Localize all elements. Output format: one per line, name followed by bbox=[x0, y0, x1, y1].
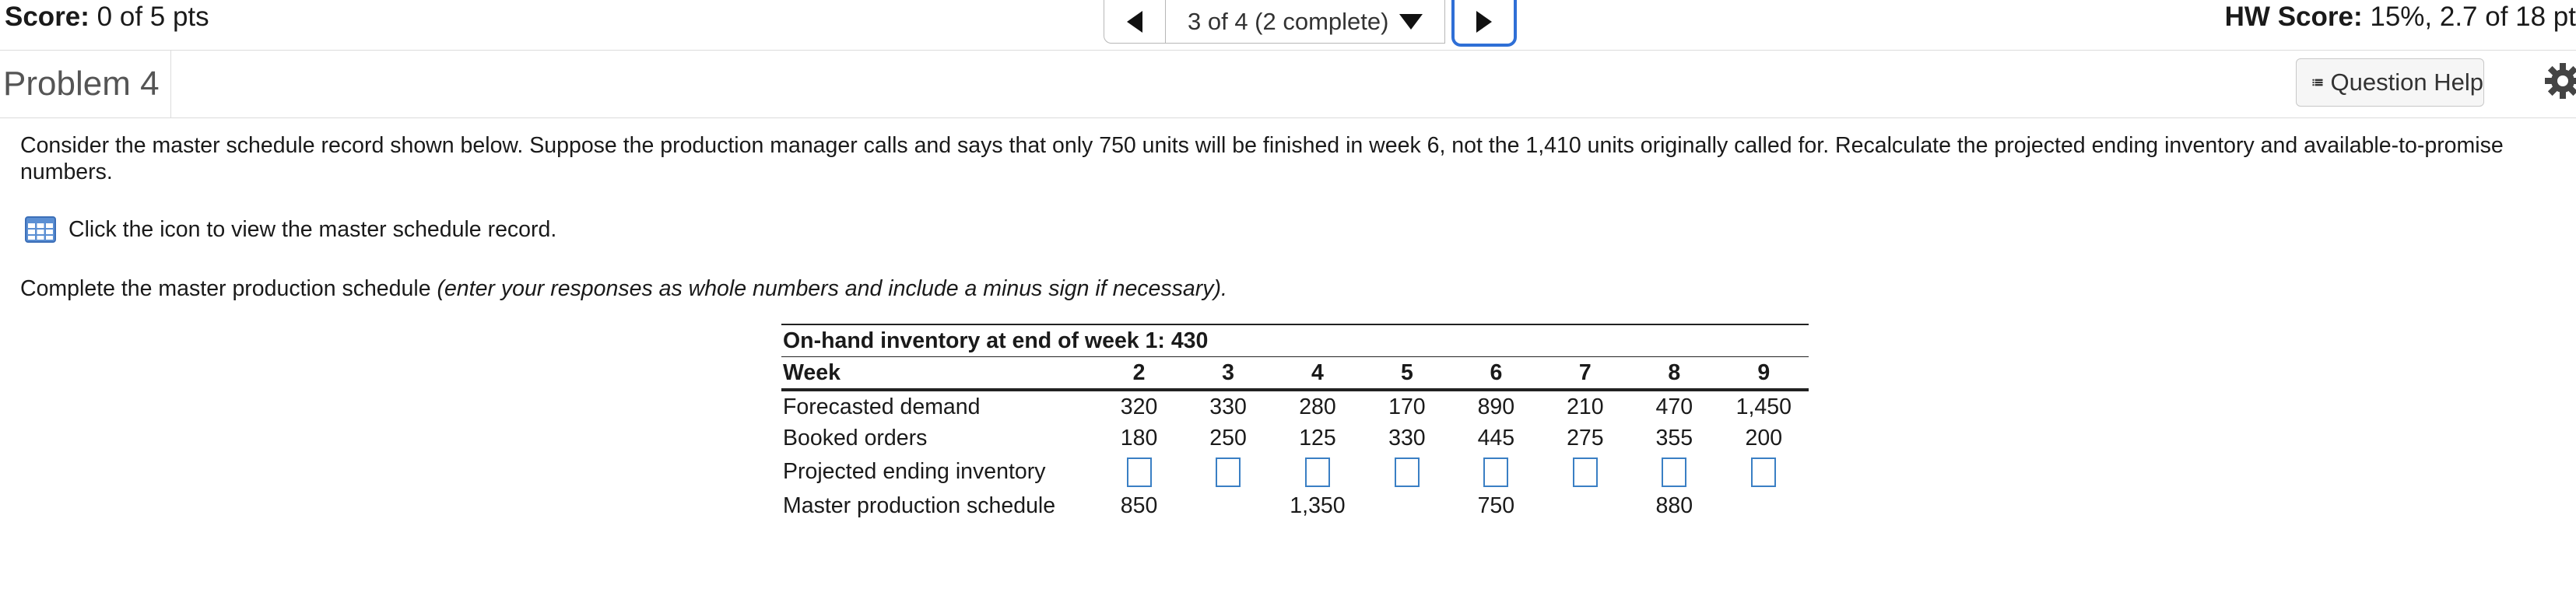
forecast-cell: 330 bbox=[1209, 394, 1247, 419]
mps-cell bbox=[1363, 489, 1451, 522]
booked-row: Booked orders 180 250 125 330 445 275 35… bbox=[781, 422, 1809, 454]
week-cell: 5 bbox=[1362, 356, 1452, 391]
forecast-cell: 470 bbox=[1655, 394, 1693, 419]
pei-cell bbox=[1363, 454, 1451, 489]
booked-cell: 180 bbox=[1120, 426, 1158, 450]
mps-label: Master production schedule bbox=[783, 493, 1056, 518]
forecast-cell: 170 bbox=[1388, 394, 1426, 419]
score-value: 0 of 5 pts bbox=[97, 2, 209, 32]
score-label: Score: bbox=[5, 2, 89, 32]
week-cell: 8 bbox=[1630, 356, 1719, 391]
projected-inventory-input[interactable] bbox=[1126, 457, 1152, 487]
week-cell: 2 bbox=[1094, 356, 1184, 391]
projected-inventory-input[interactable] bbox=[1394, 457, 1420, 487]
booked-cell: 355 bbox=[1655, 426, 1693, 450]
question-help-button[interactable]: Question Help bbox=[2296, 58, 2484, 107]
forecast-cell: 210 bbox=[1567, 394, 1604, 419]
question-content: Consider the master schedule record show… bbox=[20, 132, 2557, 301]
week-cell: 7 bbox=[1540, 356, 1630, 391]
on-hand-row: On-hand inventory at end of week 1: 430 bbox=[781, 324, 1809, 357]
projected-inventory-input[interactable] bbox=[1662, 457, 1687, 487]
projected-inventory-label: Projected ending inventory bbox=[783, 459, 1046, 484]
score: Score: 0 of 5 pts bbox=[5, 0, 209, 34]
previous-question-button[interactable] bbox=[1104, 0, 1166, 44]
projected-inventory-input[interactable] bbox=[1572, 457, 1598, 487]
top-bar: Score: 0 of 5 pts 3 of 4 (2 complete) HW… bbox=[0, 0, 2576, 48]
question-select[interactable]: 3 of 4 (2 complete) bbox=[1166, 0, 1446, 44]
forecast-row: Forecasted demand 320 330 280 170 890 21… bbox=[781, 390, 1809, 422]
mps-cell bbox=[1719, 489, 1809, 522]
instruction-hint: (enter your responses as whole numbers a… bbox=[437, 276, 1227, 301]
pei-cell bbox=[1451, 454, 1540, 489]
next-question-button[interactable] bbox=[1451, 0, 1518, 47]
projected-inventory-row: Projected ending inventory bbox=[781, 454, 1809, 489]
instruction-main: Complete the master production schedule bbox=[20, 276, 431, 301]
booked-cell: 445 bbox=[1477, 426, 1515, 450]
question-count: 3 of 4 (2 complete) bbox=[1188, 7, 1389, 35]
booked-cell: 330 bbox=[1388, 426, 1426, 450]
forecast-cell: 320 bbox=[1120, 394, 1158, 419]
mps-cell bbox=[1541, 489, 1630, 522]
table-grid-icon[interactable] bbox=[25, 216, 56, 243]
booked-cell: 125 bbox=[1299, 426, 1336, 450]
booked-cell: 275 bbox=[1567, 426, 1604, 450]
projected-inventory-input[interactable] bbox=[1483, 457, 1509, 487]
week-cell: 3 bbox=[1183, 356, 1273, 391]
week-cell: 4 bbox=[1272, 356, 1363, 391]
booked-cell: 250 bbox=[1209, 426, 1247, 450]
hw-score: HW Score: 15%, 2.7 of 18 pt bbox=[2225, 0, 2576, 34]
mps-cell: 750 bbox=[1477, 493, 1515, 518]
gear-icon[interactable] bbox=[2543, 61, 2576, 100]
week-label: Week bbox=[781, 356, 1095, 391]
forecast-cell: 890 bbox=[1477, 394, 1515, 419]
week-cell: 6 bbox=[1451, 356, 1541, 391]
view-record-text: Click the icon to view the master schedu… bbox=[68, 217, 557, 242]
on-hand-label: On-hand inventory at end of week 1: 430 bbox=[781, 324, 1809, 357]
booked-label: Booked orders bbox=[783, 426, 928, 450]
master-schedule-table: On-hand inventory at end of week 1: 430 … bbox=[781, 324, 1809, 522]
list-icon bbox=[2312, 79, 2323, 86]
hw-score-value: 15%, 2.7 of 18 pt bbox=[2370, 2, 2576, 32]
instruction-text: Complete the master production schedule … bbox=[20, 275, 1227, 302]
mps-cell: 1,350 bbox=[1290, 493, 1346, 518]
mps-cell bbox=[1184, 489, 1272, 522]
booked-cell: 200 bbox=[1745, 426, 1783, 450]
pei-cell bbox=[1184, 454, 1272, 489]
forecast-label: Forecasted demand bbox=[783, 394, 981, 419]
week-header-row: Week 2 3 4 5 6 7 8 9 bbox=[781, 356, 1809, 391]
triangle-right-icon bbox=[1476, 11, 1493, 33]
pei-cell bbox=[1272, 454, 1362, 489]
projected-inventory-input[interactable] bbox=[1216, 457, 1241, 487]
week-cell: 9 bbox=[1718, 356, 1809, 391]
pei-cell bbox=[1541, 454, 1630, 489]
mps-row: Master production schedule 850 1,350 750… bbox=[781, 489, 1809, 522]
question-help-label: Question Help bbox=[2330, 68, 2483, 96]
mps-cell: 880 bbox=[1655, 493, 1693, 518]
question-navigator: 3 of 4 (2 complete) bbox=[1104, 0, 1518, 47]
pei-cell bbox=[1094, 454, 1183, 489]
triangle-down-icon bbox=[1399, 13, 1423, 30]
view-record-row: Click the icon to view the master schedu… bbox=[25, 216, 556, 243]
problem-title: Problem 4 bbox=[3, 51, 171, 117]
forecast-cell: 280 bbox=[1299, 394, 1336, 419]
problem-bar: Problem 4 Question Help bbox=[0, 50, 2576, 118]
triangle-left-icon bbox=[1127, 10, 1142, 33]
pei-cell bbox=[1630, 454, 1718, 489]
intro-text: Consider the master schedule record show… bbox=[20, 133, 2504, 184]
projected-inventory-input[interactable] bbox=[1304, 457, 1330, 487]
pei-cell bbox=[1719, 454, 1809, 489]
projected-inventory-input[interactable] bbox=[1751, 457, 1777, 487]
hw-score-label: HW Score: bbox=[2224, 2, 2363, 32]
forecast-cell: 1,450 bbox=[1735, 394, 1792, 419]
mps-cell: 850 bbox=[1120, 493, 1158, 518]
